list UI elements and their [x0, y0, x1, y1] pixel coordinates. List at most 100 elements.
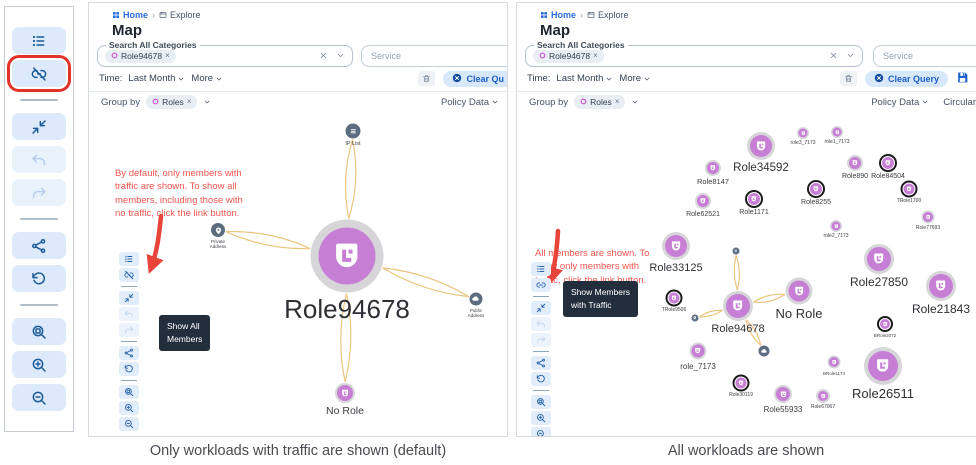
- map-node-role62521[interactable]: [697, 195, 709, 207]
- group-by-chip-roles[interactable]: Roles ×: [146, 95, 197, 109]
- map-node-brole1174[interactable]: [829, 357, 839, 367]
- compress-button[interactable]: [531, 301, 551, 315]
- map-node-role21843[interactable]: [929, 274, 953, 298]
- zoom-in-button[interactable]: [12, 351, 66, 378]
- group-by-chip-roles[interactable]: Roles ×: [574, 95, 625, 109]
- service-input[interactable]: [362, 46, 504, 66]
- zoom-in-button[interactable]: [119, 401, 139, 415]
- chip-remove-icon[interactable]: ×: [615, 98, 620, 106]
- list-button[interactable]: [119, 252, 139, 266]
- chevron-down-icon[interactable]: [203, 98, 211, 106]
- link-button[interactable]: [531, 278, 551, 292]
- map-node-cloud[interactable]: [759, 346, 770, 357]
- map-node-trole1700[interactable]: [904, 184, 915, 195]
- search-chip-role94678[interactable]: Role94678 ×: [105, 49, 176, 63]
- zoom-out-button[interactable]: [531, 427, 551, 436]
- map-node-role26511[interactable]: [868, 351, 898, 381]
- delete-query-button[interactable]: [418, 71, 435, 86]
- zoom-in-button[interactable]: [531, 411, 551, 425]
- network-button[interactable]: [12, 232, 66, 259]
- search-chip-role94678[interactable]: Role94678 ×: [533, 49, 604, 63]
- time-range-dropdown[interactable]: Last Month: [128, 73, 185, 84]
- map-node-trole9506[interactable]: [669, 293, 680, 304]
- breadcrumb-home-link[interactable]: Home: [112, 10, 148, 20]
- map-node-brole2072[interactable]: [880, 319, 890, 329]
- breadcrumb-explore-link[interactable]: Explore: [159, 10, 201, 20]
- list-button[interactable]: [531, 262, 551, 276]
- rotate-button[interactable]: [119, 362, 139, 376]
- zoom-fit-button[interactable]: [119, 385, 139, 399]
- map-node-no-role[interactable]: [337, 385, 353, 401]
- network-button[interactable]: [119, 346, 139, 360]
- compress-button[interactable]: [12, 113, 66, 140]
- undo-button[interactable]: [12, 146, 66, 173]
- zoom-out-button[interactable]: [12, 384, 66, 411]
- clear-search-icon[interactable]: [319, 47, 328, 65]
- redo-button[interactable]: [531, 333, 551, 347]
- redo-button[interactable]: [119, 323, 139, 337]
- map-node-role55933[interactable]: [776, 387, 790, 401]
- map-node-role94678[interactable]: [726, 294, 750, 318]
- layout-dropdown[interactable]: Circular: [943, 97, 976, 108]
- compress-button[interactable]: [119, 291, 139, 305]
- map-node-public-address[interactable]: [470, 293, 483, 306]
- policy-data-dropdown[interactable]: Policy Data: [871, 97, 929, 108]
- zoom-fit-button[interactable]: [12, 318, 66, 345]
- map-node-role67067[interactable]: [818, 391, 828, 401]
- map-node-ip-list[interactable]: [346, 124, 361, 139]
- map-node-role_7173[interactable]: [692, 345, 705, 358]
- chevron-down-icon[interactable]: [846, 47, 855, 65]
- service-field[interactable]: [361, 45, 508, 67]
- chip-remove-icon[interactable]: ×: [187, 98, 192, 106]
- clear-query-button[interactable]: Clear Query: [865, 71, 948, 87]
- list-button[interactable]: [12, 27, 66, 54]
- service-field[interactable]: [873, 45, 976, 67]
- breadcrumb-explore-link[interactable]: Explore: [587, 10, 629, 20]
- chevron-down-icon[interactable]: [631, 98, 639, 106]
- more-dropdown[interactable]: More: [619, 73, 651, 84]
- zoom-out-button[interactable]: [119, 417, 139, 431]
- chip-remove-icon[interactable]: ×: [593, 52, 598, 60]
- map-node-private-address[interactable]: [211, 223, 225, 237]
- map-node-role8255[interactable]: [810, 183, 822, 195]
- more-dropdown[interactable]: More: [191, 73, 223, 84]
- rotate-button[interactable]: [531, 372, 551, 386]
- breadcrumb-home-link[interactable]: Home: [540, 10, 576, 20]
- chevron-down-icon[interactable]: [336, 47, 345, 65]
- zoom-fit-button[interactable]: [531, 395, 551, 409]
- map-node-role33125[interactable]: [665, 235, 687, 257]
- map-node-role1_7173[interactable]: [833, 128, 842, 137]
- map-node-iplist[interactable]: [733, 248, 740, 255]
- redo-button[interactable]: [12, 179, 66, 206]
- undo-button[interactable]: [119, 307, 139, 321]
- link-slash-button[interactable]: [12, 60, 66, 87]
- map-node-pin[interactable]: [692, 315, 699, 322]
- clear-query-button[interactable]: Clear Qu: [443, 71, 508, 87]
- map-node-role27850[interactable]: [867, 247, 891, 271]
- map-node-role94678[interactable]: [319, 228, 376, 285]
- service-input[interactable]: [874, 46, 976, 66]
- map-node-role1171[interactable]: [748, 193, 760, 205]
- policy-data-dropdown[interactable]: Policy Data: [441, 97, 499, 108]
- map-node-role34592[interactable]: [750, 135, 772, 157]
- undo-button[interactable]: [531, 317, 551, 331]
- map-node-role77693[interactable]: [923, 212, 933, 222]
- rotate-button[interactable]: [12, 265, 66, 292]
- time-range-dropdown[interactable]: Last Month: [556, 73, 613, 84]
- search-all-categories-field[interactable]: Search All Categories Role94678 ×: [97, 45, 353, 67]
- search-all-categories-field[interactable]: Search All Categories Role94678 ×: [525, 45, 863, 67]
- link-icon: [536, 280, 546, 290]
- map-node-role84504[interactable]: [882, 157, 894, 169]
- delete-query-button[interactable]: [840, 71, 857, 86]
- link-slash-button[interactable]: [119, 268, 139, 282]
- map-node-role30119[interactable]: [736, 378, 747, 389]
- save-query-button[interactable]: [956, 71, 969, 87]
- clear-search-icon[interactable]: [829, 47, 838, 65]
- map-node-no-role[interactable]: [789, 281, 810, 302]
- map-node-role3_7173[interactable]: [799, 129, 808, 138]
- map-node-role8147[interactable]: [707, 162, 719, 174]
- map-node-role2_7173[interactable]: [832, 222, 841, 231]
- chip-remove-icon[interactable]: ×: [165, 52, 170, 60]
- map-node-role890[interactable]: [849, 157, 861, 169]
- network-button[interactable]: [531, 356, 551, 370]
